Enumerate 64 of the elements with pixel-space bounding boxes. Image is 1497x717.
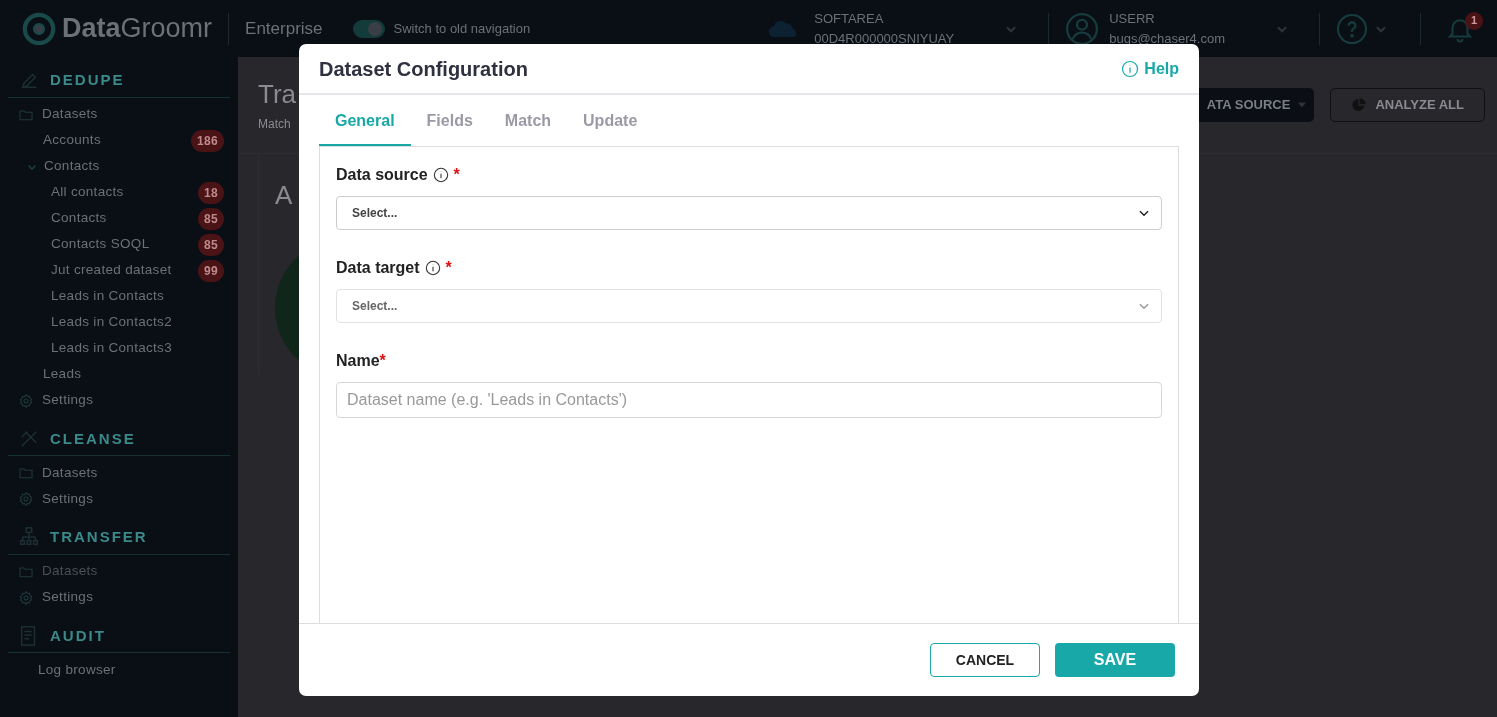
help-link[interactable]: Help xyxy=(1121,56,1179,81)
sidebar-item[interactable]: Contacts xyxy=(8,153,230,180)
toggle-switch[interactable] xyxy=(352,19,385,38)
section-title: DEDUPE xyxy=(50,70,125,90)
page-title: Tra xyxy=(258,81,297,107)
notification-count: 1 xyxy=(1465,11,1483,30)
count-badge: 85 xyxy=(198,233,224,256)
field-label: Data source * xyxy=(336,163,1162,187)
dialog-title: Dataset Configuration xyxy=(319,56,528,82)
tab[interactable]: Fields xyxy=(410,101,489,146)
sidebar-item[interactable]: Settings xyxy=(8,387,230,414)
toggle-label: Switch to old navigation xyxy=(393,19,531,38)
org-name: SOFTAREA xyxy=(814,10,885,28)
tab[interactable]: Match xyxy=(488,101,568,146)
sidebar-item[interactable]: Leads in Contacts2 xyxy=(8,309,230,336)
sidebar-item[interactable]: Jut created dataset 99 xyxy=(8,257,230,284)
select-field[interactable]: Select... xyxy=(336,196,1162,230)
cancel-button[interactable]: CANCEL xyxy=(930,643,1040,677)
sidebar-item[interactable]: Contacts 85 xyxy=(8,205,230,232)
folder-icon xyxy=(18,465,34,481)
user-email: bugs@chaser4.com xyxy=(1109,29,1225,48)
help-icon xyxy=(1336,12,1368,45)
analyze-button[interactable]: ANALYZE ALL xyxy=(1330,88,1485,122)
pie-chart-icon xyxy=(1351,97,1368,113)
settings-icon xyxy=(18,491,34,507)
field-label: Data target * xyxy=(336,256,1162,280)
settings-icon xyxy=(18,589,34,606)
sidebar-item[interactable]: Settings xyxy=(8,486,230,512)
page-subtitle: Match xyxy=(258,116,292,133)
count-badge: 99 xyxy=(198,259,224,282)
card-title: A xyxy=(275,182,293,208)
section-title: TRANSFER xyxy=(50,527,148,547)
sidebar-item[interactable]: Leads in Contacts3 xyxy=(8,335,230,362)
logo-text: Data xyxy=(62,12,121,46)
org-id: 00D4R000000SNIYUAY xyxy=(814,29,955,48)
tab[interactable]: Update xyxy=(567,101,654,146)
sidebar-item[interactable]: Settings xyxy=(8,584,230,611)
count-badge: 186 xyxy=(191,129,224,152)
count-badge: 85 xyxy=(198,207,224,230)
count-badge: 18 xyxy=(198,181,224,204)
sidebar-item[interactable]: Leads in Contacts xyxy=(8,283,230,310)
sidebar-item[interactable]: Accounts 186 xyxy=(8,127,230,154)
field-label: Name* xyxy=(336,349,1162,373)
required-mark: * xyxy=(445,258,452,278)
logo-text: Groomr xyxy=(120,12,213,46)
section-title: AUDIT xyxy=(50,625,106,646)
sidebar-item[interactable]: Log browser xyxy=(8,657,230,683)
user-icon xyxy=(1065,11,1100,46)
required-mark: * xyxy=(379,351,386,371)
sidebar-item[interactable]: All contacts 18 xyxy=(8,179,230,206)
section-title: CLEANSE xyxy=(50,428,136,449)
sidebar-item[interactable]: Contacts SOQL 85 xyxy=(8,231,230,258)
tab[interactable]: General xyxy=(319,101,411,146)
sidebar-item[interactable]: Datasets xyxy=(8,460,230,486)
edition-label: Enterprise xyxy=(245,17,323,40)
logo-icon xyxy=(22,11,56,46)
input-field[interactable]: Dataset name (e.g. 'Leads in Contacts') xyxy=(336,382,1162,418)
info-icon xyxy=(1121,59,1140,78)
save-button[interactable]: SAVE xyxy=(1055,643,1175,677)
settings-icon xyxy=(18,392,34,409)
user-name: USERR xyxy=(1109,10,1156,28)
required-mark: * xyxy=(453,165,460,185)
sidebar-item[interactable]: Leads xyxy=(8,361,230,388)
sidebar-item[interactable]: Datasets xyxy=(8,101,230,128)
